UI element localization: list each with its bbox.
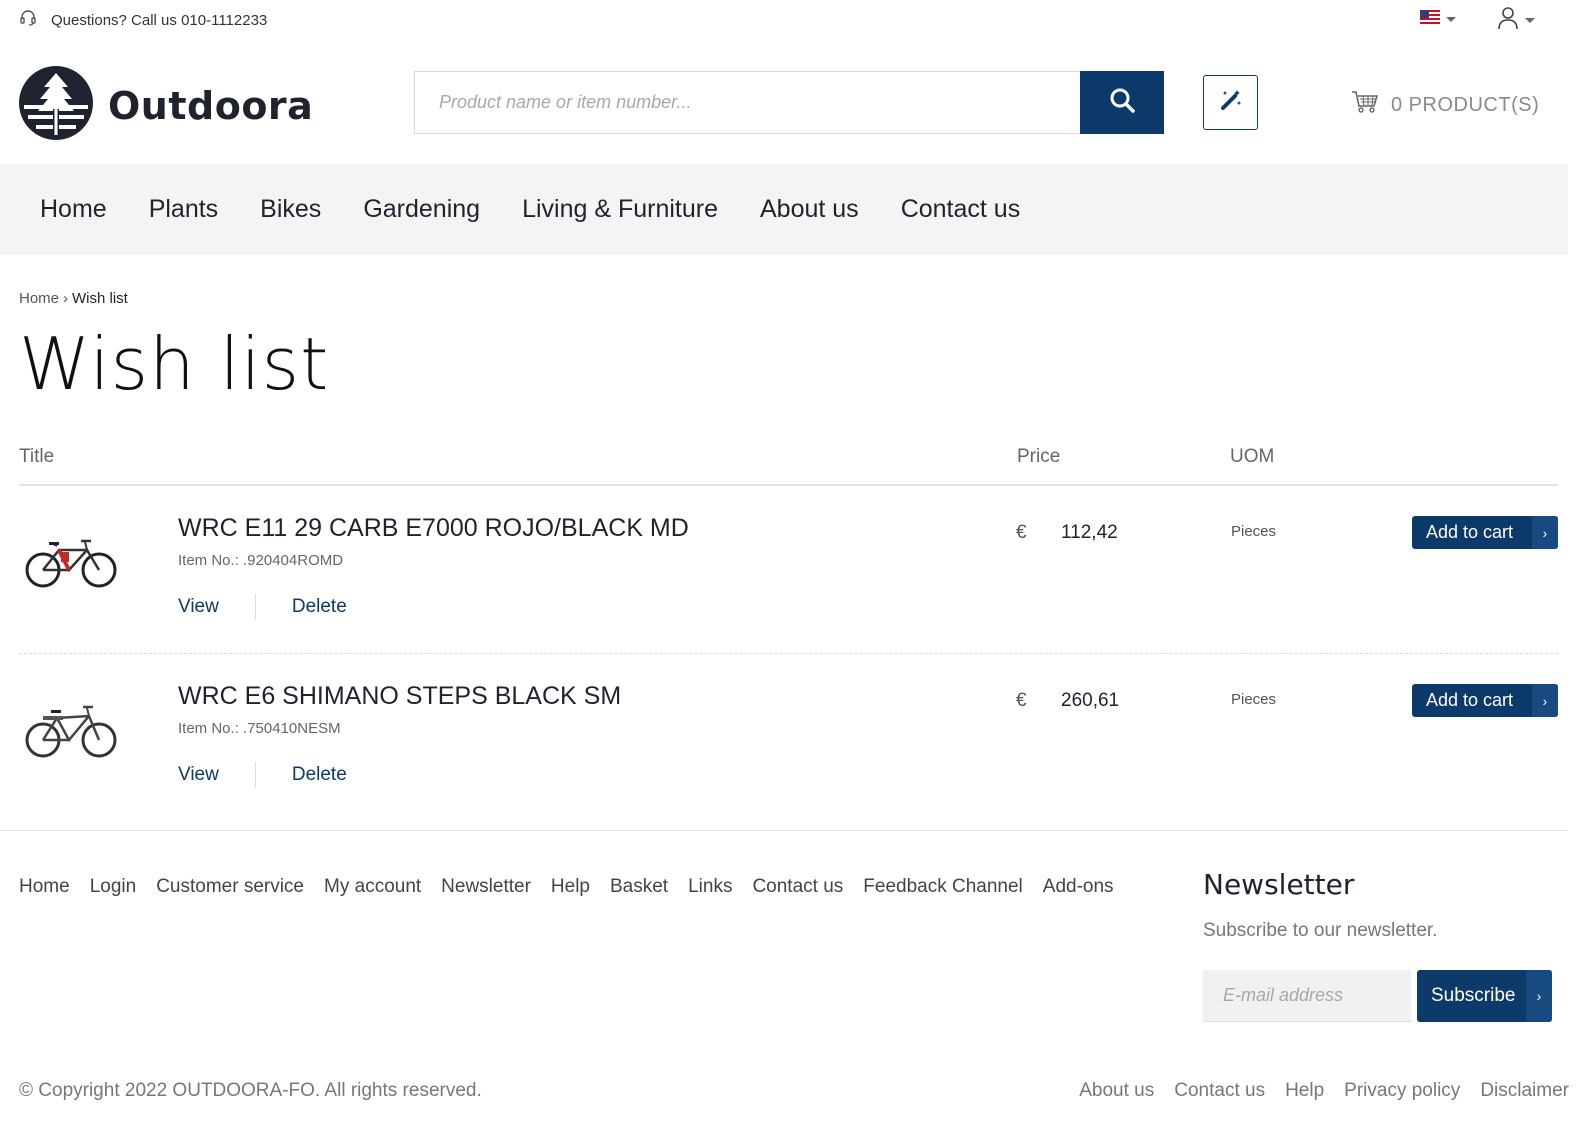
chevron-down-icon bbox=[1525, 18, 1535, 23]
search-bar bbox=[414, 71, 1164, 134]
header: Outdoora 0 PRODUCT(S) bbox=[0, 40, 1579, 164]
chevron-right-icon: › bbox=[1526, 970, 1552, 1022]
quick-order-button[interactable] bbox=[1203, 75, 1258, 130]
bottom-link-contact-us[interactable]: Contact us bbox=[1174, 1080, 1265, 1102]
product-image[interactable] bbox=[21, 526, 121, 596]
footer-link-login[interactable]: Login bbox=[90, 876, 137, 898]
user-icon bbox=[1497, 6, 1519, 35]
view-link[interactable]: View bbox=[178, 596, 219, 618]
add-to-cart-button[interactable]: Add to cart › bbox=[1412, 684, 1558, 717]
breadcrumb: Home › Wish list bbox=[19, 290, 128, 307]
cart-summary[interactable]: 0 PRODUCT(S) bbox=[1351, 90, 1539, 120]
breadcrumb-current: Wish list bbox=[72, 290, 128, 307]
row-actions: View Delete bbox=[178, 762, 347, 788]
legal-links: About us Contact us Help Privacy policy … bbox=[1059, 1080, 1569, 1102]
newsletter-title: Newsletter bbox=[1203, 868, 1355, 901]
copyright-text: © Copyright 2022 OUTDOORA-FO. All rights… bbox=[19, 1080, 482, 1101]
search-input[interactable] bbox=[414, 71, 1080, 134]
divider bbox=[254, 594, 256, 620]
nav-item-gardening[interactable]: Gardening bbox=[363, 195, 480, 224]
bottom-link-about-us[interactable]: About us bbox=[1079, 1080, 1154, 1102]
us-flag-icon bbox=[1420, 10, 1440, 29]
cart-count-text: 0 PRODUCT(S) bbox=[1391, 93, 1540, 116]
view-link[interactable]: View bbox=[178, 764, 219, 786]
uom-value: Pieces bbox=[1231, 523, 1277, 540]
logo-text: Outdoora bbox=[108, 83, 314, 128]
add-to-cart-label: Add to cart bbox=[1426, 522, 1514, 542]
cart-icon bbox=[1351, 90, 1379, 120]
footer-link-add-ons[interactable]: Add-ons bbox=[1043, 876, 1114, 898]
logo-mark-icon bbox=[18, 65, 94, 146]
bottom-link-help[interactable]: Help bbox=[1285, 1080, 1324, 1102]
item-number: Item No.: .750410NESM bbox=[178, 720, 341, 737]
table-header: Title Price UOM bbox=[19, 440, 1558, 486]
chevron-right-icon: › bbox=[1532, 516, 1558, 549]
footer-link-customer-service[interactable]: Customer service bbox=[156, 876, 304, 898]
top-bar: Questions? Call us 010-1112233 bbox=[0, 0, 1579, 40]
chevron-right-icon: › bbox=[1532, 684, 1558, 717]
footer-link-my-account[interactable]: My account bbox=[324, 876, 421, 898]
nav-item-plants[interactable]: Plants bbox=[149, 195, 218, 224]
table-row: WRC E6 SHIMANO STEPS BLACK SM Item No.: … bbox=[19, 654, 1558, 822]
product-image[interactable] bbox=[21, 694, 121, 764]
footer-link-links[interactable]: Links bbox=[688, 876, 732, 898]
price-value: 112,42 bbox=[1061, 522, 1118, 543]
subscribe-button[interactable]: Subscribe › bbox=[1417, 970, 1552, 1022]
add-to-cart-button[interactable]: Add to cart › bbox=[1412, 516, 1558, 549]
main-nav: Home Plants Bikes Gardening Living & Fur… bbox=[0, 164, 1568, 255]
price-value: 260,61 bbox=[1061, 690, 1120, 711]
phone-info: Questions? Call us 010-1112233 bbox=[19, 9, 267, 31]
footer-divider bbox=[0, 830, 1568, 831]
delete-link[interactable]: Delete bbox=[292, 596, 347, 618]
bottom-link-privacy-policy[interactable]: Privacy policy bbox=[1344, 1080, 1460, 1102]
nav-item-about-us[interactable]: About us bbox=[760, 195, 859, 224]
account-menu[interactable] bbox=[1497, 6, 1535, 35]
search-button[interactable] bbox=[1080, 71, 1164, 134]
divider bbox=[254, 762, 256, 788]
footer-link-contact-us[interactable]: Contact us bbox=[752, 876, 843, 898]
newsletter-subtitle: Subscribe to our newsletter. bbox=[1203, 920, 1438, 941]
footer-links: Home Login Customer service My account N… bbox=[19, 876, 1134, 898]
footer-link-newsletter[interactable]: Newsletter bbox=[441, 876, 531, 898]
phone-text: Questions? Call us 010-1112233 bbox=[51, 11, 268, 29]
nav-item-bikes[interactable]: Bikes bbox=[260, 195, 321, 224]
bottom-link-disclaimer[interactable]: Disclaimer bbox=[1480, 1080, 1569, 1102]
page-title: Wish list bbox=[19, 322, 330, 406]
footer-link-feedback-channel[interactable]: Feedback Channel bbox=[863, 876, 1023, 898]
subscribe-label: Subscribe bbox=[1431, 985, 1516, 1006]
currency-symbol: € bbox=[1016, 690, 1027, 711]
chevron-down-icon bbox=[1446, 17, 1456, 22]
currency-symbol: € bbox=[1016, 522, 1027, 543]
nav-item-living-furniture[interactable]: Living & Furniture bbox=[522, 195, 718, 224]
column-title: Title bbox=[19, 446, 55, 467]
footer-link-home[interactable]: Home bbox=[19, 876, 70, 898]
row-actions: View Delete bbox=[178, 594, 347, 620]
product-title[interactable]: WRC E6 SHIMANO STEPS BLACK SM bbox=[178, 682, 621, 711]
delete-link[interactable]: Delete bbox=[292, 764, 347, 786]
search-icon bbox=[1109, 87, 1135, 118]
column-uom: UOM bbox=[1230, 446, 1275, 467]
headset-icon bbox=[19, 9, 37, 31]
breadcrumb-separator: › bbox=[63, 290, 69, 307]
nav-item-contact-us[interactable]: Contact us bbox=[901, 195, 1021, 224]
product-title[interactable]: WRC E11 29 CARB E7000 ROJO/BLACK MD bbox=[178, 514, 689, 543]
magic-wand-icon bbox=[1218, 87, 1244, 118]
uom-value: Pieces bbox=[1231, 691, 1277, 708]
logo[interactable]: Outdoora bbox=[18, 65, 313, 146]
email-field[interactable] bbox=[1203, 970, 1411, 1022]
add-to-cart-label: Add to cart bbox=[1426, 690, 1514, 710]
footer-link-help[interactable]: Help bbox=[551, 876, 590, 898]
language-selector[interactable] bbox=[1420, 10, 1456, 29]
table-row: WRC E11 29 CARB E7000 ROJO/BLACK MD Item… bbox=[19, 486, 1558, 654]
item-number: Item No.: .920404ROMD bbox=[178, 552, 344, 569]
breadcrumb-home[interactable]: Home bbox=[19, 290, 59, 307]
nav-item-home[interactable]: Home bbox=[40, 195, 107, 224]
column-price: Price bbox=[1017, 446, 1061, 467]
footer-link-basket[interactable]: Basket bbox=[610, 876, 668, 898]
